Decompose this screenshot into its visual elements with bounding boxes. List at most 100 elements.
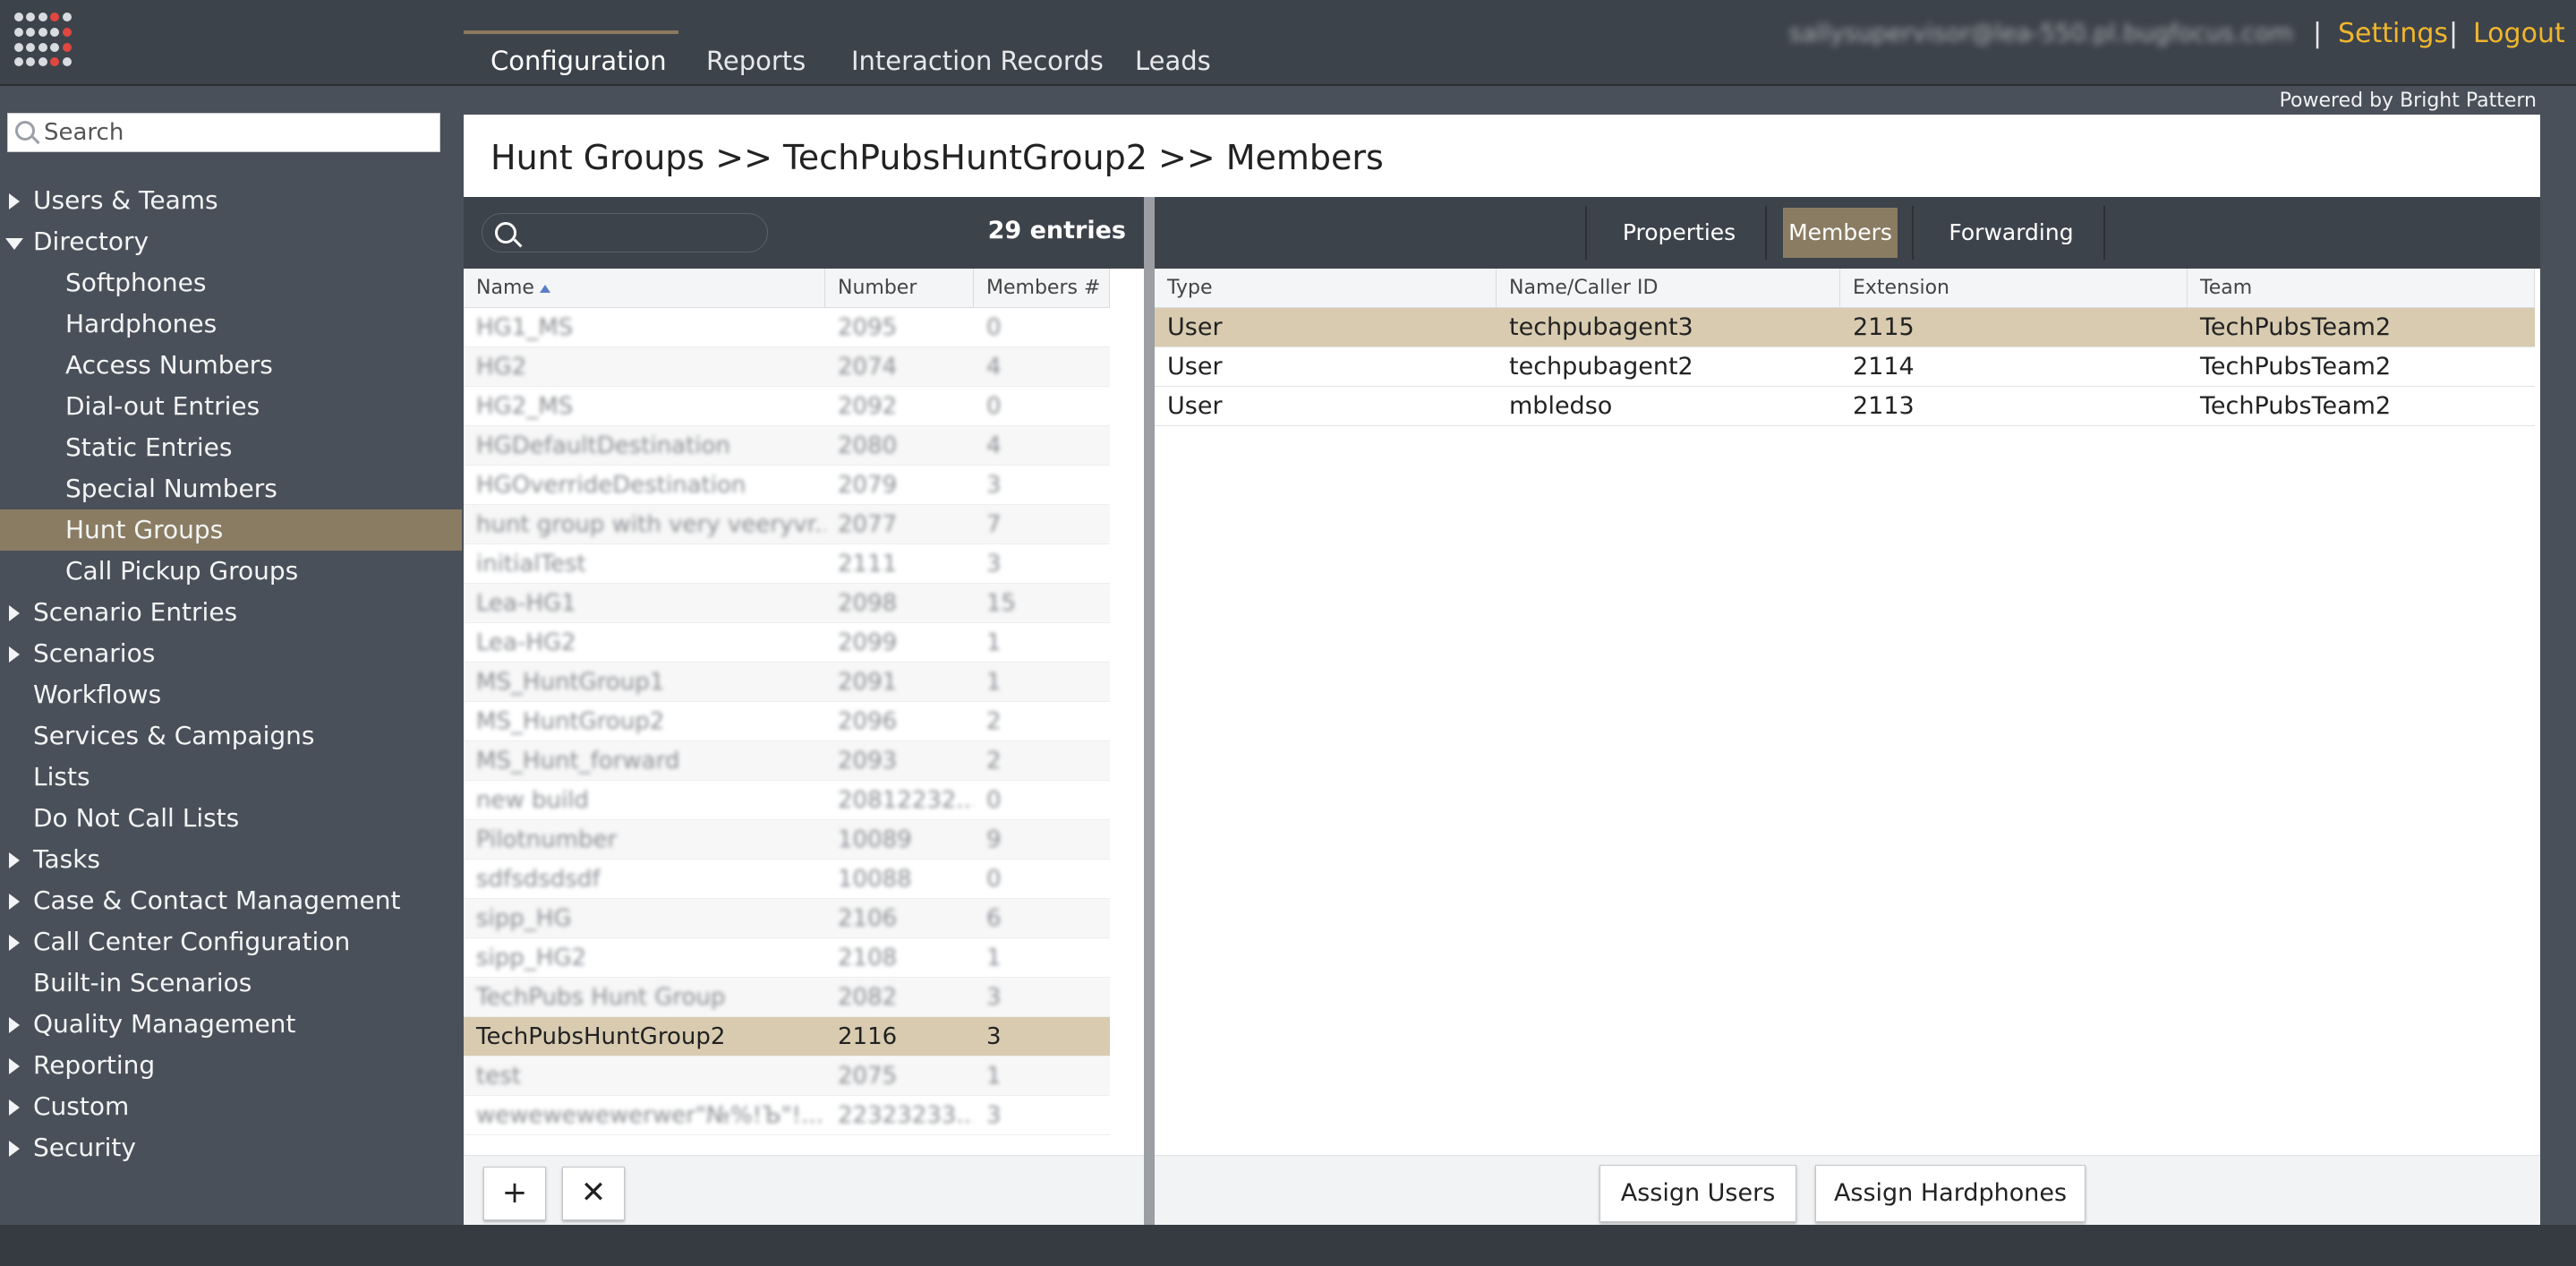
cell-name: initialTest bbox=[476, 551, 586, 577]
sidebar-item-dial-out-entries[interactable]: Dial-out Entries bbox=[0, 386, 462, 427]
table-row[interactable]: User techpubagent3 2115 TechPubsTeam2 bbox=[1155, 308, 2535, 347]
search-icon bbox=[15, 121, 35, 141]
sidebar-item-users-teams[interactable]: Users & Teams bbox=[0, 180, 462, 221]
sidebar-item-case-contact-management[interactable]: Case & Contact Management bbox=[0, 880, 462, 921]
list-search-input[interactable] bbox=[529, 219, 753, 246]
sidebar-item-lists[interactable]: Lists bbox=[0, 757, 462, 798]
expand-arrow-icon[interactable] bbox=[9, 1141, 20, 1157]
table-row[interactable]: Pilotnumber 10089 9 bbox=[464, 820, 1110, 860]
table-row[interactable]: TechPubsHuntGroup2 2116 3 bbox=[464, 1017, 1110, 1056]
assign-hardphones-button[interactable]: Assign Hardphones bbox=[1815, 1165, 2086, 1222]
collapse-arrow-icon[interactable] bbox=[5, 238, 23, 250]
expand-arrow-icon[interactable] bbox=[9, 1017, 20, 1033]
cell-number: 2074 bbox=[838, 354, 898, 381]
table-row[interactable]: hunt group with very veeryvr... 2077 7 bbox=[464, 505, 1110, 544]
sidebar-item-quality-management[interactable]: Quality Management bbox=[0, 1004, 462, 1045]
delete-button[interactable]: ✕ bbox=[562, 1167, 625, 1220]
table-row[interactable]: HG2 2074 4 bbox=[464, 347, 1110, 387]
column-header-extension[interactable]: Extension bbox=[1840, 269, 2188, 308]
cell-members: 7 bbox=[986, 511, 1002, 538]
tab-leads[interactable]: Leads bbox=[1135, 43, 1211, 79]
expand-arrow-icon[interactable] bbox=[9, 935, 20, 951]
table-row[interactable]: Lea-HG2 2099 1 bbox=[464, 623, 1110, 663]
sidebar-item-call-pickup-groups[interactable]: Call Pickup Groups bbox=[0, 551, 462, 592]
sidebar-item-services-campaigns[interactable]: Services & Campaigns bbox=[0, 715, 462, 757]
sidebar-item-security[interactable]: Security bbox=[0, 1127, 462, 1168]
sidebar-item-directory[interactable]: Directory bbox=[0, 221, 462, 262]
tab-properties[interactable]: Properties bbox=[1599, 208, 1760, 258]
sidebar-item-softphones[interactable]: Softphones bbox=[0, 262, 462, 304]
column-header-members[interactable]: Members # bbox=[974, 269, 1110, 308]
tab-members[interactable]: Members bbox=[1783, 208, 1898, 258]
table-row[interactable]: MS_HuntGroup2 2096 2 bbox=[464, 702, 1110, 741]
table-row[interactable]: HG1_MS 2095 0 bbox=[464, 308, 1110, 347]
cell-team: TechPubsTeam2 bbox=[2200, 392, 2392, 420]
expand-arrow-icon[interactable] bbox=[9, 852, 20, 868]
sidebar-item-label: Call Pickup Groups bbox=[65, 556, 299, 586]
sidebar-item-scenarios[interactable]: Scenarios bbox=[0, 633, 462, 674]
sidebar-item-hardphones[interactable]: Hardphones bbox=[0, 304, 462, 345]
column-header-name[interactable]: Name bbox=[464, 269, 825, 308]
expand-arrow-icon[interactable] bbox=[9, 894, 20, 910]
table-row[interactable]: MS_HuntGroup1 2091 1 bbox=[464, 663, 1110, 702]
sidebar-item-scenario-entries[interactable]: Scenario Entries bbox=[0, 592, 462, 633]
expand-arrow-icon[interactable] bbox=[9, 605, 20, 621]
settings-link[interactable]: Settings bbox=[2338, 18, 2448, 49]
sidebar-item-do-not-call-lists[interactable]: Do Not Call Lists bbox=[0, 798, 462, 839]
table-row[interactable]: HGDefaultDestination 2080 4 bbox=[464, 426, 1110, 466]
tab-interaction-records[interactable]: Interaction Records bbox=[851, 43, 1104, 79]
table-row[interactable]: sdfsdsdsdf 10088 0 bbox=[464, 860, 1110, 899]
expand-arrow-icon[interactable] bbox=[9, 193, 20, 210]
column-header-team[interactable]: Team bbox=[2188, 269, 2535, 308]
cell-name: TechPubsHuntGroup2 bbox=[476, 1023, 726, 1050]
table-row[interactable]: test 2075 1 bbox=[464, 1056, 1110, 1096]
sidebar-item-hunt-groups[interactable]: Hunt Groups bbox=[0, 509, 462, 551]
pane-splitter[interactable] bbox=[1144, 197, 1155, 1225]
column-header-type[interactable]: Type bbox=[1155, 269, 1497, 308]
table-row[interactable]: sipp_HG2 2108 1 bbox=[464, 938, 1110, 978]
table-row[interactable]: new build 20812232... 0 bbox=[464, 781, 1110, 820]
cell-name: MS_HuntGroup2 bbox=[476, 708, 665, 735]
sidebar-item-tasks[interactable]: Tasks bbox=[0, 839, 462, 880]
logout-link[interactable]: Logout bbox=[2473, 18, 2565, 49]
cell-members: 0 bbox=[986, 393, 1002, 420]
table-row[interactable]: HG2_MS 2092 0 bbox=[464, 387, 1110, 426]
assign-users-button[interactable]: Assign Users bbox=[1599, 1165, 1796, 1222]
sidebar-search-input[interactable] bbox=[44, 117, 429, 148]
table-row[interactable]: MS_Hunt_forward 2093 2 bbox=[464, 741, 1110, 781]
sidebar-item-access-numbers[interactable]: Access Numbers bbox=[0, 345, 462, 386]
cell-number: 22323233... bbox=[838, 1102, 974, 1129]
sidebar-item-workflows[interactable]: Workflows bbox=[0, 674, 462, 715]
sidebar-item-built-in-scenarios[interactable]: Built-in Scenarios bbox=[0, 962, 462, 1004]
add-button[interactable]: + bbox=[483, 1167, 546, 1220]
column-header-number[interactable]: Number bbox=[825, 269, 974, 308]
table-row[interactable]: TechPubs Hunt Group 2082 3 bbox=[464, 978, 1110, 1017]
list-search[interactable] bbox=[482, 213, 768, 252]
sidebar-item-custom[interactable]: Custom bbox=[0, 1086, 462, 1127]
table-row[interactable]: sipp_HG 2106 6 bbox=[464, 899, 1110, 938]
sidebar-item-static-entries[interactable]: Static Entries bbox=[0, 427, 462, 468]
tab-reports[interactable]: Reports bbox=[706, 43, 806, 79]
table-row[interactable]: initialTest 2111 3 bbox=[464, 544, 1110, 584]
table-row[interactable]: Lea-HG1 2098 15 bbox=[464, 584, 1110, 623]
cell-name: MS_Hunt_forward bbox=[476, 748, 680, 774]
tab-forwarding[interactable]: Forwarding bbox=[1926, 208, 2096, 258]
sidebar-item-special-numbers[interactable]: Special Numbers bbox=[0, 468, 462, 509]
sidebar-item-reporting[interactable]: Reporting bbox=[0, 1045, 462, 1086]
cell-members: 0 bbox=[986, 866, 1002, 893]
cell-name: test bbox=[476, 1063, 521, 1090]
tab-configuration[interactable]: Configuration bbox=[490, 43, 667, 79]
cell-members: 0 bbox=[986, 787, 1002, 814]
sidebar-search[interactable] bbox=[7, 113, 440, 152]
expand-arrow-icon[interactable] bbox=[9, 1058, 20, 1074]
app-grid-logo-icon[interactable] bbox=[14, 13, 72, 70]
table-row[interactable]: User techpubagent2 2114 TechPubsTeam2 bbox=[1155, 347, 2535, 387]
members-table: Type Name/Caller ID Extension Team User t… bbox=[1155, 269, 2540, 1155]
column-header-name-caller-id[interactable]: Name/Caller ID bbox=[1497, 269, 1840, 308]
table-row[interactable]: wewewewewerwer"№%!Ъ"!... 22323233... 3 bbox=[464, 1096, 1110, 1135]
table-row[interactable]: HGOverrideDestination 2079 3 bbox=[464, 466, 1110, 505]
expand-arrow-icon[interactable] bbox=[9, 646, 20, 663]
sidebar-item-call-center-configuration[interactable]: Call Center Configuration bbox=[0, 921, 462, 962]
table-row[interactable]: User mbledso 2113 TechPubsTeam2 bbox=[1155, 387, 2535, 426]
expand-arrow-icon[interactable] bbox=[9, 1099, 20, 1116]
